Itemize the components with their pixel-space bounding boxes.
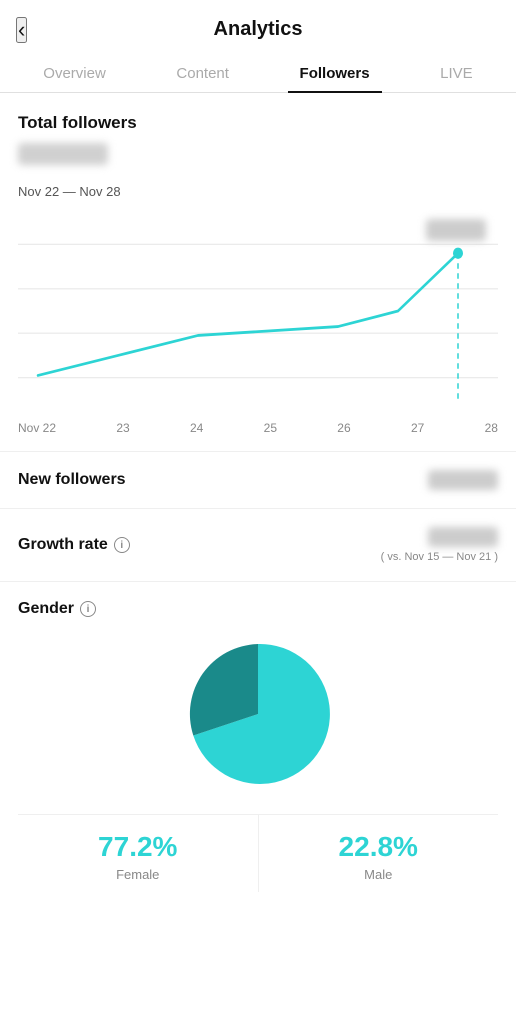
- growth-rate-label: Growth rate i: [18, 536, 130, 554]
- growth-rate-compare: ( vs. Nov 15 — Nov 21 ): [381, 551, 498, 563]
- growth-rate-info-icon[interactable]: i: [114, 537, 130, 553]
- gender-section: Gender i 77.2% Female 22.8% Male: [0, 582, 516, 892]
- female-percent: 77.2%: [98, 831, 177, 863]
- x-label-2: 24: [190, 421, 203, 435]
- x-label-1: 23: [116, 421, 129, 435]
- x-label-0: Nov 22: [18, 421, 56, 435]
- female-stat: 77.2% Female: [18, 815, 259, 892]
- gender-title: Gender i: [18, 600, 498, 618]
- tab-overview[interactable]: Overview: [31, 55, 118, 92]
- tab-bar: Overview Content Followers LIVE: [0, 55, 516, 93]
- x-label-6: 28: [485, 421, 498, 435]
- total-followers-title: Total followers: [18, 113, 498, 133]
- total-followers-section: Total followers Nov 22 — Nov 28 Nov 22 2…: [0, 93, 516, 451]
- new-followers-value-area: [428, 470, 498, 490]
- tab-followers[interactable]: Followers: [288, 55, 382, 92]
- tab-live[interactable]: LIVE: [428, 55, 485, 92]
- male-stat: 22.8% Male: [259, 815, 499, 892]
- growth-rate-row: Growth rate i ( vs. Nov 15 — Nov 21 ): [0, 509, 516, 582]
- gender-pie-container: [18, 634, 498, 794]
- chart-x-axis: Nov 22 23 24 25 26 27 28: [18, 417, 498, 451]
- x-label-5: 27: [411, 421, 424, 435]
- growth-rate-value: [428, 527, 498, 547]
- gender-stats: 77.2% Female 22.8% Male: [18, 814, 498, 892]
- tab-content[interactable]: Content: [164, 55, 241, 92]
- new-followers-value: [428, 470, 498, 490]
- new-followers-label: New followers: [18, 471, 126, 489]
- growth-rate-value-area: ( vs. Nov 15 — Nov 21 ): [381, 527, 498, 563]
- gender-pie-chart: [178, 634, 338, 794]
- total-followers-value: [18, 143, 108, 165]
- female-label: Female: [116, 867, 159, 882]
- header: ‹ Analytics: [0, 0, 516, 55]
- male-label: Male: [364, 867, 392, 882]
- back-button[interactable]: ‹: [16, 17, 27, 43]
- chart-svg: [18, 211, 498, 411]
- x-label-3: 25: [264, 421, 277, 435]
- followers-chart: [18, 211, 498, 411]
- page-title: Analytics: [214, 18, 303, 41]
- chart-tooltip: [426, 219, 486, 241]
- date-range: Nov 22 — Nov 28: [18, 184, 498, 199]
- male-percent: 22.8%: [339, 831, 418, 863]
- x-label-4: 26: [337, 421, 350, 435]
- new-followers-row: New followers: [0, 452, 516, 509]
- gender-info-icon[interactable]: i: [80, 601, 96, 617]
